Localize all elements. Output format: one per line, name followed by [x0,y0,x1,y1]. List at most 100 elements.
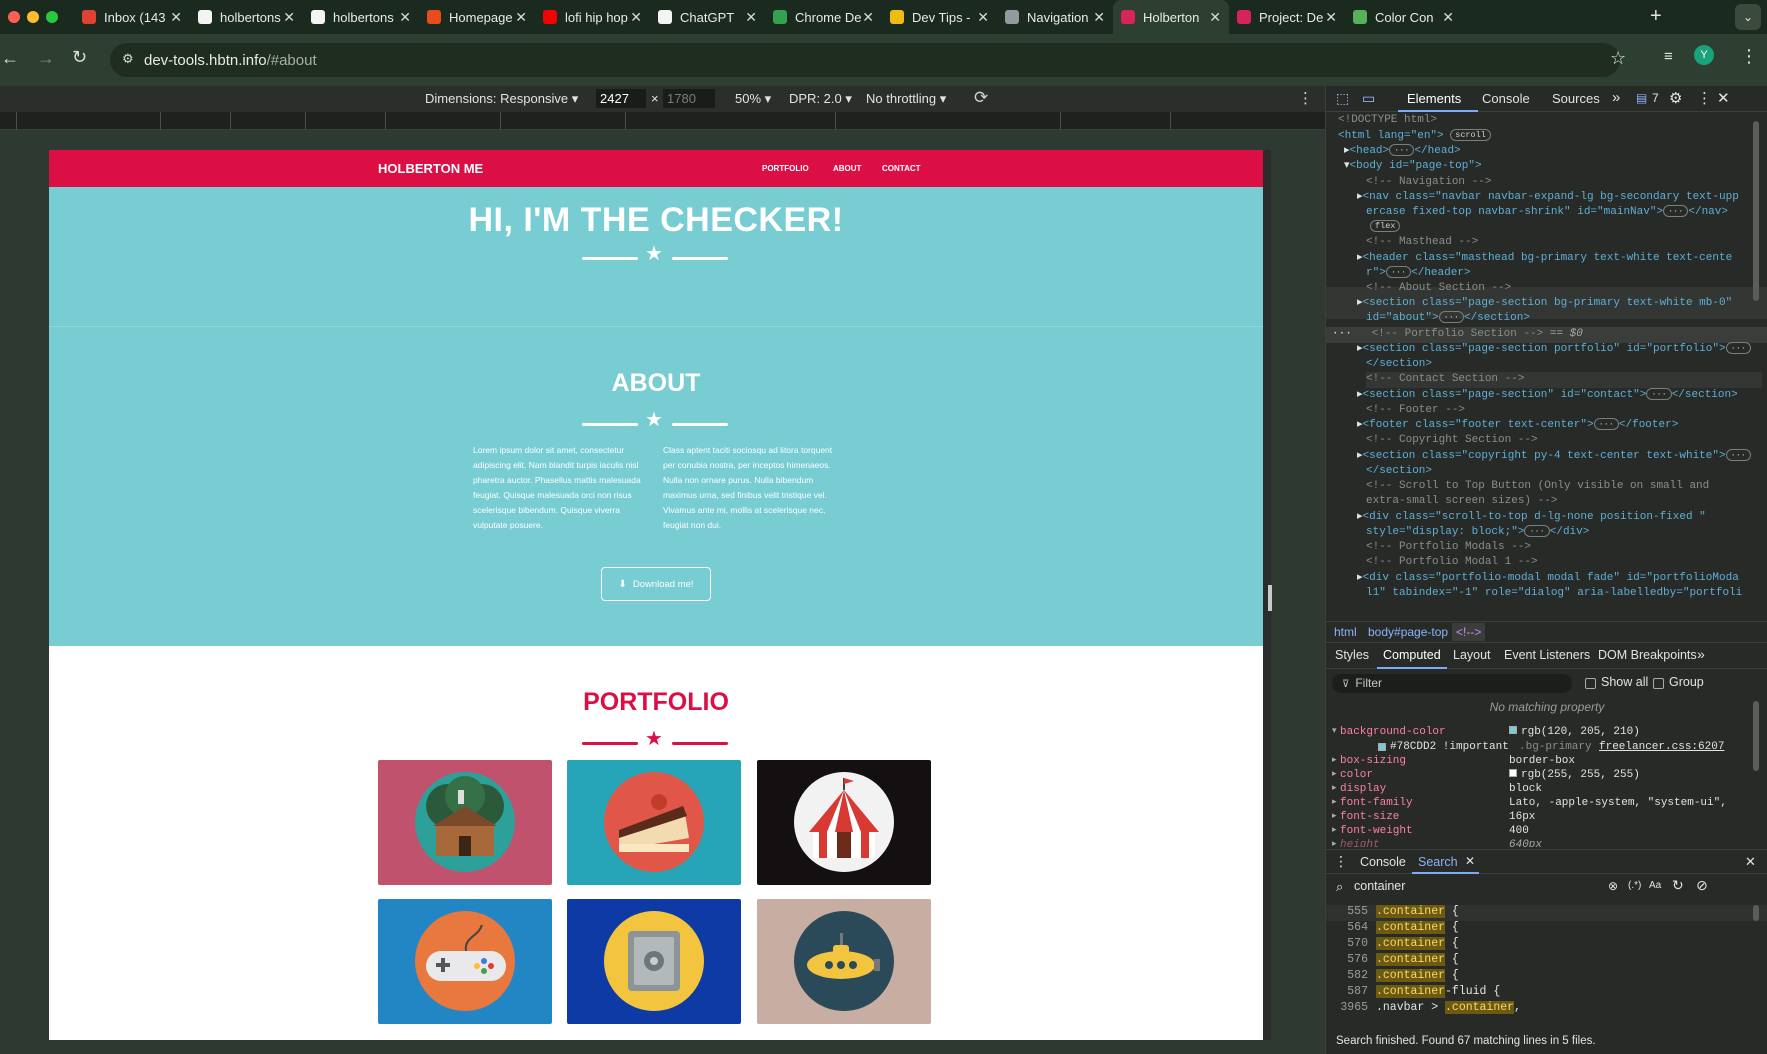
expand-arrow-icon[interactable]: ▸ [1332,797,1337,807]
portfolio-item-circus[interactable] [757,760,931,885]
dom-comment-copyright[interactable]: <!-- Copyright Section --> [1366,433,1767,449]
close-window-button[interactable] [8,11,20,23]
ruler-tick[interactable] [1170,112,1171,130]
dom-node-about-cont[interactable]: id="about"> ··· </section> [1366,311,1767,327]
tab-holbertons[interactable]: holbertons ✕ [303,0,419,34]
computed-prop-display[interactable]: display [1340,783,1386,795]
close-tab-icon[interactable]: ✕ [515,9,527,26]
crumb-comment[interactable]: <!--> [1452,623,1486,641]
close-drawer-icon[interactable]: ✕ [1745,854,1756,870]
tab-search-button[interactable]: ⌄ [1735,4,1761,30]
close-tab-icon[interactable]: ✕ [977,9,989,26]
clear-search-icon[interactable]: ⊗ [1608,879,1618,893]
issues-count[interactable]: 7 [1652,91,1659,105]
computed-prop-height[interactable]: height [1340,839,1380,847]
ruler-tick[interactable] [16,112,17,130]
portfolio-item-cabin[interactable] [378,760,552,885]
tab-chatgpt[interactable]: ChatGPT ✕ [650,0,765,34]
more-tabs-icon[interactable]: » [1612,89,1620,106]
tab-homepage[interactable]: Homepage ✕ [419,0,535,34]
close-tab-icon[interactable]: ✕ [170,9,182,26]
nav-link-portfolio[interactable]: PORTFOLIO [762,164,809,173]
zoom-window-button[interactable] [46,11,58,23]
device-toolbar-menu-icon[interactable]: ⋮ [1298,89,1313,107]
bookmark-star-icon[interactable]: ☆ [1610,48,1626,69]
close-tab-icon[interactable]: ✕ [1325,9,1337,26]
dom-comment-scroll-cont[interactable]: extra-small screen sizes) --> [1366,494,1767,510]
color-swatch-icon[interactable] [1509,726,1517,734]
portfolio-item-cake[interactable] [567,760,741,885]
portfolio-item-safe[interactable] [567,899,741,1024]
search-result-row[interactable]: 587 .container-fluid { [1326,985,1767,1001]
close-tab-icon[interactable]: ✕ [283,9,295,26]
close-tab-icon[interactable]: ✕ [1209,9,1221,26]
dom-node-footer[interactable]: ▸<footer class="footer text-center"> ··· <… [1357,418,1767,434]
ruler-tick[interactable] [160,112,161,130]
search-result-row[interactable]: 564 .container { [1326,921,1767,937]
throttling-dropdown[interactable]: No throttling ▾ [866,91,946,107]
search-result-row[interactable]: 582 .container { [1326,969,1767,985]
tab-sources[interactable]: Sources [1552,91,1600,106]
regex-toggle-icon[interactable]: (.*) [1628,880,1641,891]
subtab-dom-breakpoints[interactable]: DOM Breakpoints [1598,648,1697,662]
viewport-height-input[interactable]: 1780 [663,89,715,108]
drawer-menu-icon[interactable]: ⋮ [1334,853,1348,870]
dom-comment-nav[interactable]: <!-- Navigation --> [1366,175,1767,191]
search-result-row[interactable]: 570 .container { [1326,937,1767,953]
dom-node-portfolio-end[interactable]: </section> [1366,357,1767,373]
results-scrollbar[interactable] [1753,905,1759,921]
zoom-dropdown[interactable]: 50% ▾ [735,91,771,107]
search-result-row[interactable]: 555 .container { [1326,905,1767,921]
crumb-body[interactable]: body#page-top [1368,625,1448,639]
dom-doctype[interactable]: <!DOCTYPE html> [1338,113,1767,129]
clear-results-icon[interactable]: ⊘ [1696,877,1708,894]
computed-prop-font-size[interactable]: font-size [1340,811,1399,823]
subtab-event-listeners[interactable]: Event Listeners [1504,648,1590,662]
tab-console[interactable]: Console [1482,91,1530,106]
scroll-badge[interactable]: scroll [1450,129,1491,141]
portfolio-item-game[interactable] [378,899,552,1024]
address-bar[interactable]: ⚙ dev-tools.hbtn.info/#about [110,43,1620,77]
dom-node-header-cont[interactable]: r"> ··· </header> [1366,266,1767,282]
devtools-menu-icon[interactable]: ⋮ [1697,89,1712,107]
tab-color-con[interactable]: Color Con ✕ [1345,0,1462,34]
dom-node-copyright-end[interactable]: </section> [1366,464,1767,480]
issues-icon[interactable]: ▤ [1636,91,1647,105]
color-swatch-icon[interactable] [1509,769,1517,777]
tab-chrome-de[interactable]: Chrome De ✕ [765,0,882,34]
more-subtabs-icon[interactable]: » [1697,646,1705,662]
subtab-styles[interactable]: Styles [1335,648,1369,662]
close-devtools-icon[interactable]: ✕ [1717,89,1730,107]
tab-inbox-143[interactable]: Inbox (143 ✕ [74,0,190,34]
computed-prop-font-family[interactable]: font-family [1340,797,1413,809]
expand-arrow-icon[interactable]: ▸ [1332,839,1337,847]
computed-prop-box-sizing[interactable]: box-sizing [1340,755,1406,767]
search-input[interactable]: container [1354,879,1604,897]
computed-prop-color[interactable]: color [1340,769,1373,781]
dom-node-about[interactable]: ▸<section class="page-section bg-primary… [1357,296,1767,312]
search-result-row[interactable]: 576 .container { [1326,953,1767,969]
portfolio-item-submarine[interactable] [757,899,931,1024]
dom-node-portfolio[interactable]: ▸<section class="page-section portfolio"… [1357,342,1767,358]
nav-link-about[interactable]: ABOUT [833,164,861,173]
reading-list-icon[interactable]: ≡ [1664,48,1673,65]
back-arrow-icon[interactable]: ← [1,49,19,67]
flex-badge[interactable]: flex [1370,220,1401,232]
dom-node-modal[interactable]: ▸<div class="portfolio-modal modal fade"… [1357,571,1767,587]
show-all-label[interactable]: Show all [1601,675,1648,689]
expand-arrow-icon[interactable]: ▸ [1332,755,1337,765]
group-checkbox[interactable] [1653,678,1664,689]
site-brand[interactable]: HOLBERTON ME [378,161,483,176]
expand-arrow-icon[interactable]: ▾ [1332,726,1337,736]
expand-arrow-icon[interactable]: ▸ [1332,783,1337,793]
dom-comment-portfolio-selected[interactable]: ··· <!-- Portfolio Section --> == $0 [1332,327,1767,343]
tab-holbertons[interactable]: holbertons ✕ [190,0,303,34]
expand-arrow-icon[interactable]: ▸ [1332,825,1337,835]
drawer-tab-console[interactable]: Console [1360,855,1406,869]
profile-avatar[interactable]: Y [1694,45,1714,65]
download-button[interactable]: ⬇ Download me! [601,567,711,601]
dom-node-html[interactable]: <html lang="en"> scroll [1338,129,1767,145]
tab-lofi-hip-hop[interactable]: lofi hip hop ✕ [535,0,650,34]
refresh-search-icon[interactable]: ↻ [1672,877,1684,894]
case-toggle-icon[interactable]: Aa [1649,880,1661,891]
